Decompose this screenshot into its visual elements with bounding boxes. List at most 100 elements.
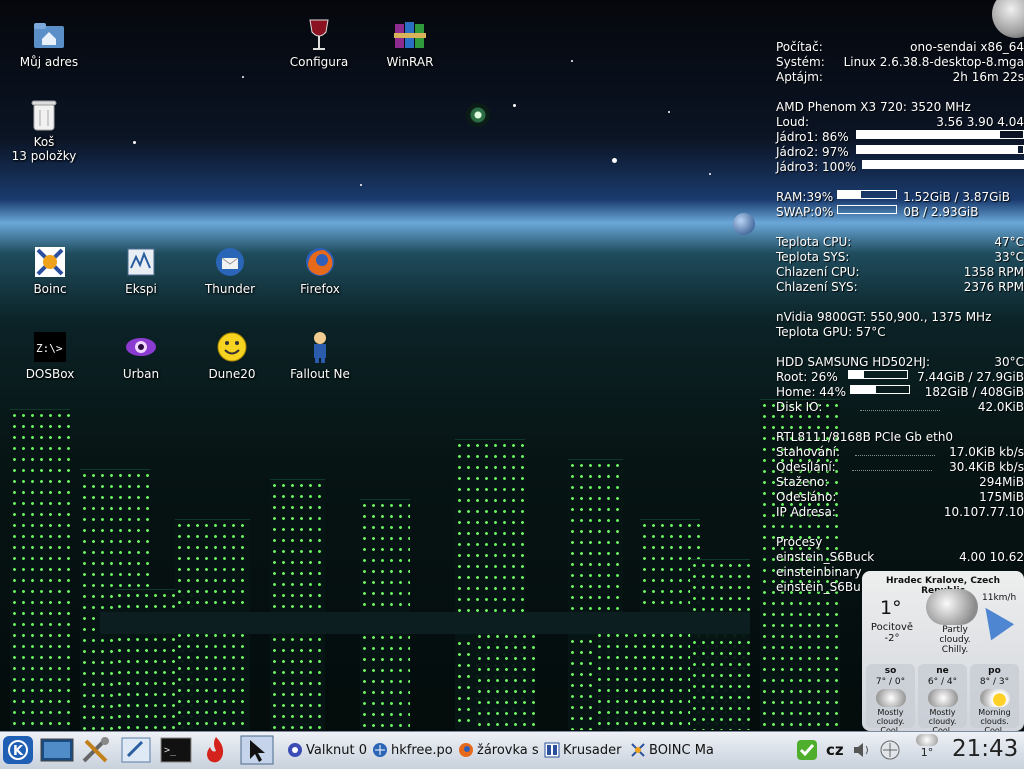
root-bar [847, 370, 908, 379]
conky-row-temp-cpu: Teplota CPU: 47°C [776, 235, 1024, 249]
core1-bar [856, 130, 1024, 139]
star [133, 141, 136, 144]
thunderbird-icon [213, 245, 247, 279]
core3-bar-fill [863, 161, 1023, 168]
conky-row-computer: Počítač: ono-sendai x86_64 [776, 40, 1024, 54]
building [475, 619, 535, 730]
network-manager[interactable] [879, 735, 901, 765]
show-desktop-button[interactable] [40, 735, 74, 765]
road [100, 612, 750, 634]
desktop-icon-thunderbird[interactable]: Thunder [185, 245, 275, 296]
kde-menu-button[interactable]: K [2, 735, 34, 765]
conky-row-processes: Procesy [776, 535, 823, 549]
task-firefox[interactable]: žárovka s [458, 737, 540, 763]
conky-row-net: RTL8111/8168B PCIe Gb eth0 [776, 430, 954, 444]
tools-icon [82, 737, 109, 763]
core3-bar [862, 160, 1024, 169]
conky-row-cpu: AMD Phenom X3 720: 3520 MHz [776, 100, 971, 114]
speaker-icon [854, 743, 868, 757]
desktop-icon-winrar[interactable]: WinRAR [365, 18, 455, 69]
desktop-icon-ekspi[interactable]: Ekspi [96, 245, 186, 296]
home-bar-fill [850, 386, 877, 393]
weather-widget[interactable]: Hradec Kralove, Czech Republic 1° Pocito… [862, 571, 1024, 735]
cloud-icon [916, 734, 938, 746]
desktop-icon-my-documents[interactable]: Můj adres [4, 18, 94, 69]
conky-row-upload: Odesílání: 30.4KiB kb/s [776, 460, 1024, 474]
building [690, 559, 750, 730]
conky-row-download: Stahování: 17.0KiB kb/s [776, 445, 1024, 459]
urban-eye-icon [124, 330, 158, 364]
star [571, 60, 573, 62]
network-icon [880, 740, 900, 760]
star [612, 158, 617, 163]
cloud-icon [927, 689, 958, 707]
clock[interactable]: 21:43 [952, 736, 1018, 762]
root-bar-fill [848, 371, 864, 378]
krusader-icon [544, 742, 560, 758]
desktop-icon-urban[interactable]: Urban [96, 330, 186, 381]
star [360, 184, 362, 186]
svg-text:>_: >_ [164, 745, 177, 756]
update-notifier[interactable] [796, 735, 818, 765]
flame-icon [207, 737, 224, 763]
conky-monitor: Počítač: ono-sendai x86_64 Systém: Linux 2… [776, 40, 1024, 595]
conky-row-fan-sys: Chlazení SYS: 2376 RPM [776, 280, 1024, 294]
valknut-icon [287, 742, 303, 758]
checkmark-icon [797, 740, 817, 760]
task-konqueror[interactable]: hkfree.po [372, 737, 454, 763]
conky-row-gpu: nVidia 9800GT: 550,900., 1375 MHz [776, 310, 992, 324]
winrar-books-icon [393, 18, 427, 52]
burner-button[interactable] [200, 735, 232, 765]
conky-row-proc1: einstein_S6Buck 4.00 10.62 [776, 550, 1024, 564]
text-editor-button[interactable] [120, 735, 152, 765]
volume-control[interactable] [852, 735, 872, 765]
desktop-icon-trash[interactable]: Koš 13 položky [0, 98, 89, 163]
task-boinc-manager[interactable]: BOINC Ma [630, 737, 716, 763]
firefox-icon [303, 245, 337, 279]
forecast-day: ne 6° / 4° Mostly cloudy. Cool. [918, 664, 967, 735]
terminal-button[interactable]: >_ [160, 735, 192, 765]
weather-desc: Partly cloudy. Chilly. [939, 625, 971, 655]
task-valknut[interactable]: Valknut 0 [287, 737, 367, 763]
home-folder-icon [32, 18, 66, 52]
desktop-icon-fallout[interactable]: Fallout Ne [275, 330, 365, 381]
conky-row-swap: SWAP:0% 0B / 2.93GiB [776, 205, 979, 219]
desktop-screen-icon [40, 738, 74, 762]
desktop-icon-dosbox[interactable]: Z:\> DOSBox [5, 330, 95, 381]
desktop-icon-configure[interactable]: Configura [274, 18, 364, 69]
terminal-icon: >_ [160, 737, 192, 763]
forecast-day: po 8° / 3° Morning clouds. Cool. [970, 664, 1019, 735]
star [709, 173, 711, 175]
desktop-icon-dune[interactable]: Dune20 [187, 330, 277, 381]
system-settings-button[interactable] [80, 735, 112, 765]
conky-row-downloaded: Staženo: 294MiB [776, 475, 1024, 489]
pointer-button[interactable] [240, 735, 274, 765]
moon [466, 103, 490, 127]
svg-text:Z:\>: Z:\> [36, 342, 63, 355]
dosbox-icon: Z:\> [33, 330, 67, 364]
weather-temp: 1° [880, 597, 902, 619]
core2-bar [856, 145, 1024, 154]
conky-row-load: Loud: 3.56 3.90 4.04 [776, 115, 1024, 129]
ram-bar-fill [838, 191, 861, 198]
conky-row-core1: Jádro1: 86% [776, 130, 1024, 145]
desktop-icon-firefox[interactable]: Firefox [275, 245, 365, 296]
conky-row-fan-cpu: Chlazení CPU: 1358 RPM [776, 265, 1024, 279]
keyboard-layout[interactable]: cz [826, 737, 848, 763]
ekspi-icon [124, 245, 158, 279]
conky-row-gpu-temp: Teplota GPU: 57°C [776, 325, 886, 339]
konqueror-icon [372, 742, 388, 758]
conky-row-temp-sys: Teplota SYS: 33°C [776, 250, 1024, 264]
conky-row-uptime: Aptájm: 2h 16m 22s [776, 70, 1024, 84]
conky-row-diskio: Disk IO: 42.0KiB [776, 400, 1024, 414]
home-bar [849, 385, 910, 394]
desktop-icon-boinc[interactable]: Boinc [5, 245, 95, 296]
core2-bar-fill [857, 146, 1019, 153]
task-krusader[interactable]: Krusader [544, 737, 626, 763]
conky-row-ram: RAM:39% 1.52GiB / 3.87GiB [776, 190, 1010, 204]
weather-tray[interactable]: 1° [916, 734, 938, 764]
conky-row-uploaded: Odesláno: 175MiB [776, 490, 1024, 504]
planet [733, 213, 755, 235]
diskio-graph [860, 400, 941, 411]
cloud-icon [875, 689, 906, 707]
